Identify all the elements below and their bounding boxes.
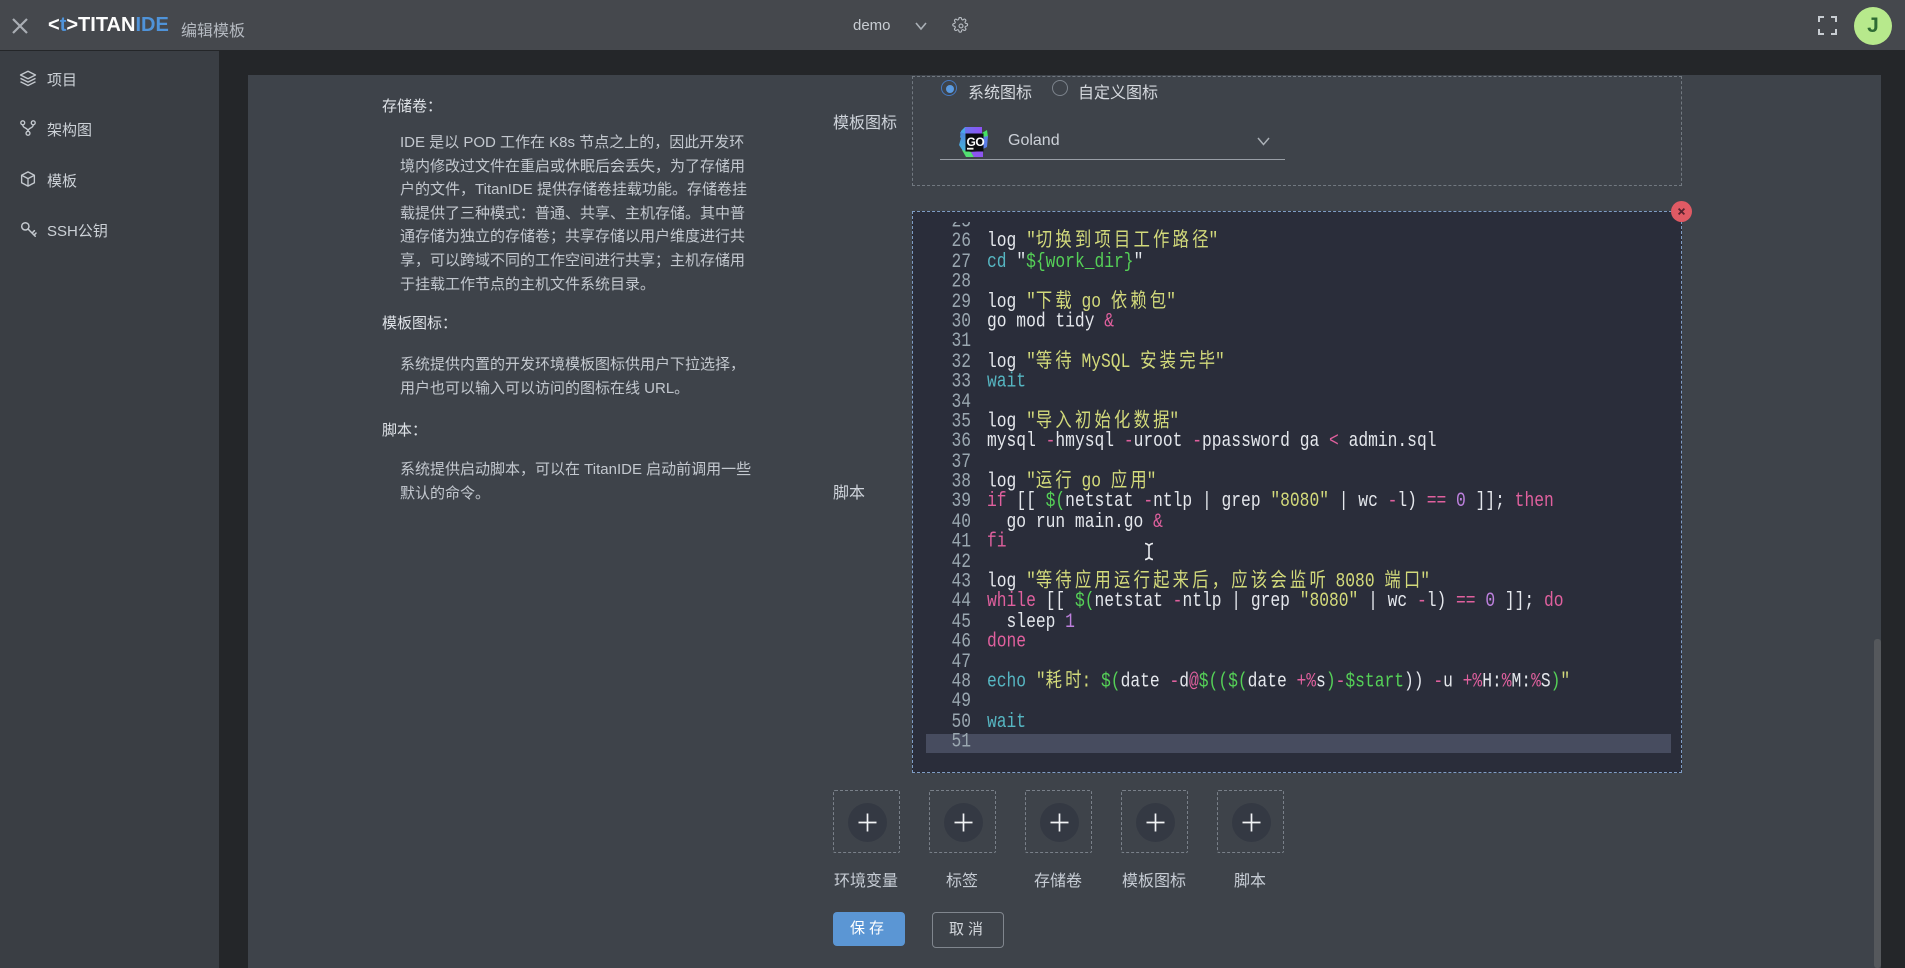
svg-text:GO: GO: [967, 135, 985, 149]
